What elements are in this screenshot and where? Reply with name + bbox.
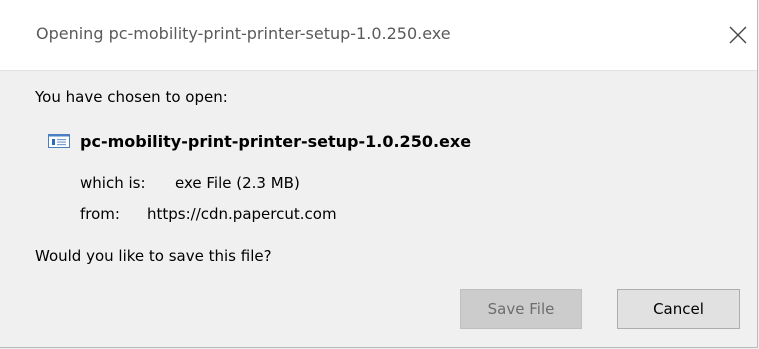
download-dialog: Opening pc-mobility-print-printer-setup-…	[0, 0, 758, 348]
file-row: pc-mobility-print-printer-setup-1.0.250.…	[48, 128, 471, 154]
file-source-value: https://cdn.papercut.com	[147, 205, 337, 223]
save-question: Would you like to save this file?	[35, 247, 272, 265]
dialog-titlebar: Opening pc-mobility-print-printer-setup-…	[0, 0, 757, 71]
dialog-title: Opening pc-mobility-print-printer-setup-…	[36, 24, 451, 43]
file-source-label: from:	[80, 205, 120, 223]
open-prompt: You have chosen to open:	[35, 88, 228, 106]
cancel-button[interactable]: Cancel	[617, 289, 740, 329]
save-file-button[interactable]: Save File	[460, 289, 582, 329]
file-type-value: exe File (2.3 MB)	[175, 174, 300, 192]
file-type-label: which is:	[80, 174, 146, 192]
close-button[interactable]	[722, 20, 754, 50]
file-name: pc-mobility-print-printer-setup-1.0.250.…	[80, 131, 472, 151]
close-icon	[729, 26, 747, 44]
exe-file-icon	[48, 134, 70, 148]
